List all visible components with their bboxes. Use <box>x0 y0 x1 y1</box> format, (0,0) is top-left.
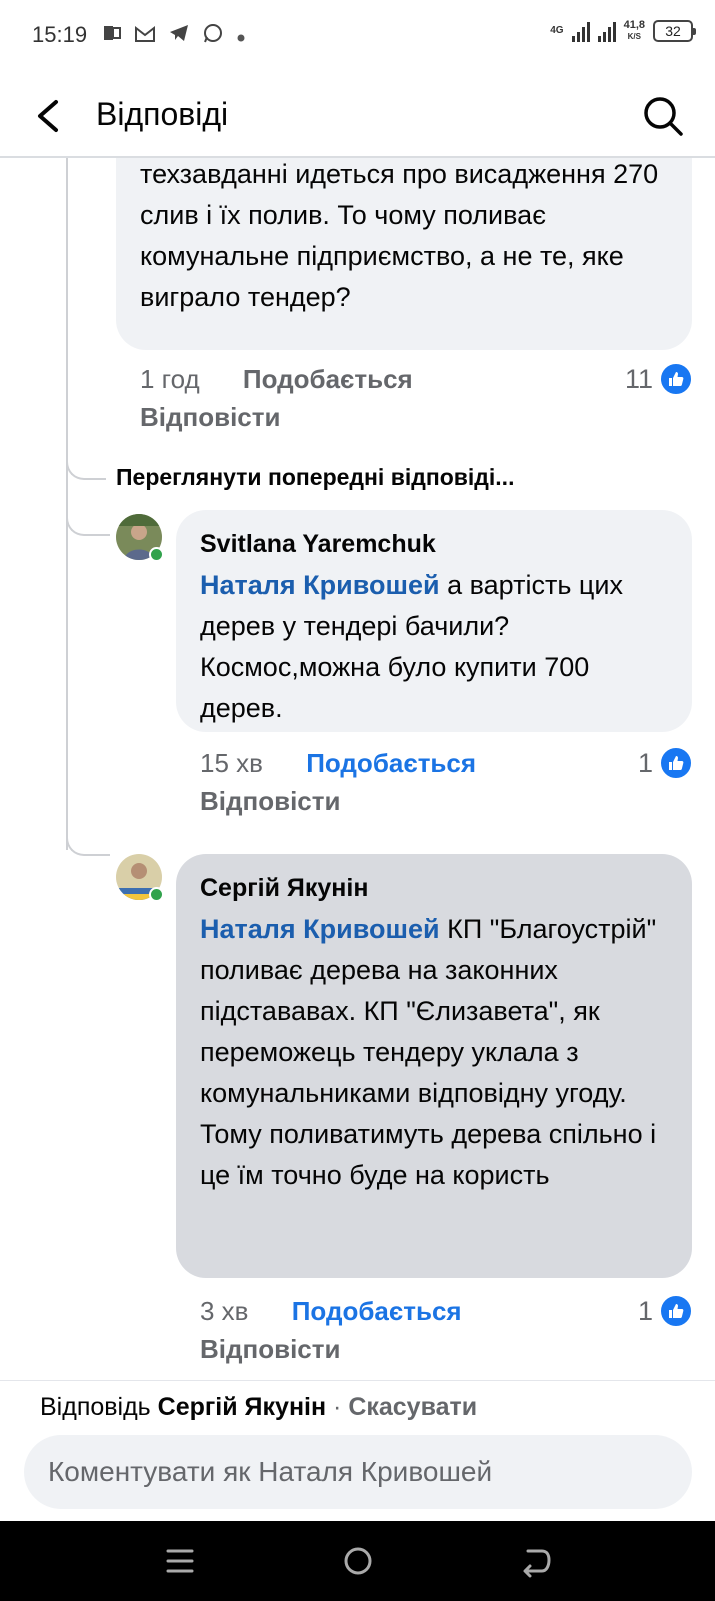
gmail-icon <box>134 24 156 50</box>
like-count: 1 <box>638 1294 693 1328</box>
comment-text: техзавданні идеться про висадження 270 с… <box>140 159 659 312</box>
status-indicators: 4G 41,8 K/S 32 <box>550 19 696 42</box>
reply-bubble-selected[interactable]: Сергій Якунін Наталя Кривошей КП "Благоу… <box>176 854 692 1278</box>
thread-line <box>66 480 68 850</box>
comment-meta: 1 год Подобається <box>140 364 413 395</box>
search-icon <box>644 97 683 136</box>
mention-link[interactable]: Наталя Кривошей <box>200 914 440 944</box>
thread-connector <box>66 808 110 856</box>
comment-time[interactable]: 1 год <box>140 364 200 394</box>
page-title: Відповіді <box>96 96 229 132</box>
battery-icon: 32 <box>653 20 696 42</box>
menu-button[interactable] <box>158 1539 202 1583</box>
replies-thread: техзавданні идеться про висадження 270 с… <box>0 158 715 1380</box>
like-count: 11 <box>625 362 693 396</box>
avatar[interactable] <box>116 854 164 902</box>
comment-time[interactable]: 3 хв <box>200 1296 249 1326</box>
thread-connector <box>66 458 106 480</box>
like-button[interactable]: Подобається <box>243 364 413 394</box>
view-previous-replies[interactable]: Переглянути попередні відповіді... <box>116 464 514 491</box>
reply-composer: Відповідь Сергій Якунін · Скасувати <box>0 1380 715 1509</box>
thumbs-up-icon <box>659 362 693 396</box>
like-button[interactable]: Подобається <box>306 748 476 778</box>
comment-author[interactable]: Сергій Якунін <box>200 874 668 903</box>
signal-icon <box>571 20 590 42</box>
comment-text: Наталя Кривошей а вартість цих дерев у т… <box>200 570 623 723</box>
online-indicator <box>149 887 164 902</box>
back-arrow-icon <box>38 100 58 132</box>
notification-icons <box>102 22 246 51</box>
comment-meta: 3 хв Подобається <box>200 1296 462 1327</box>
thumbs-up-icon <box>659 746 693 780</box>
network-type: 4G <box>550 25 564 36</box>
telegram-icon <box>168 23 190 50</box>
replying-to-indicator: Відповідь Сергій Якунін · Скасувати <box>40 1393 478 1421</box>
thumbs-up-icon <box>659 1294 693 1328</box>
whatsapp-icon <box>202 22 224 51</box>
comment-meta: 15 хв Подобається <box>200 748 476 779</box>
dot-icon <box>236 24 246 50</box>
system-nav-bar <box>0 1521 715 1601</box>
thread-line <box>66 158 68 480</box>
comment-time[interactable]: 15 хв <box>200 748 263 778</box>
home-button[interactable] <box>336 1539 380 1583</box>
menu-icon <box>166 1549 194 1573</box>
reply-button[interactable]: Відповісти <box>200 786 340 817</box>
home-icon <box>344 1547 372 1575</box>
office-icon <box>102 23 122 50</box>
like-count: 1 <box>638 746 693 780</box>
back-button[interactable] <box>30 94 70 138</box>
back-nav-icon <box>523 1549 551 1578</box>
search-button[interactable] <box>641 94 685 138</box>
comment-input[interactable] <box>24 1435 692 1509</box>
status-bar: 15:19 4G 41,8 K/S 32 <box>0 0 715 72</box>
reply-button[interactable]: Відповісти <box>200 1334 340 1365</box>
back-nav-button[interactable] <box>514 1539 558 1583</box>
thread-connector <box>66 488 110 536</box>
signal-icon-2 <box>597 20 616 42</box>
online-indicator <box>149 547 164 562</box>
avatar[interactable] <box>116 514 164 562</box>
status-time: 15:19 <box>32 22 88 47</box>
reply-bubble[interactable]: Svitlana Yaremchuk Наталя Кривошей а вар… <box>176 510 692 732</box>
cancel-reply-button[interactable]: Скасувати <box>348 1393 477 1421</box>
reply-button[interactable]: Відповісти <box>140 402 280 433</box>
parent-comment-bubble[interactable]: техзавданні идеться про висадження 270 с… <box>116 158 692 350</box>
mention-link[interactable]: Наталя Кривошей <box>200 570 440 600</box>
comment-text: Наталя Кривошей КП "Благоустрій" поливає… <box>200 914 657 1190</box>
like-button[interactable]: Подобається <box>292 1296 462 1326</box>
comment-author[interactable]: Svitlana Yaremchuk <box>200 530 668 559</box>
net-speed: 41,8 K/S <box>623 19 645 42</box>
app-header: Відповіді <box>0 72 715 158</box>
replying-to-name: Сергій Якунін <box>157 1393 327 1421</box>
